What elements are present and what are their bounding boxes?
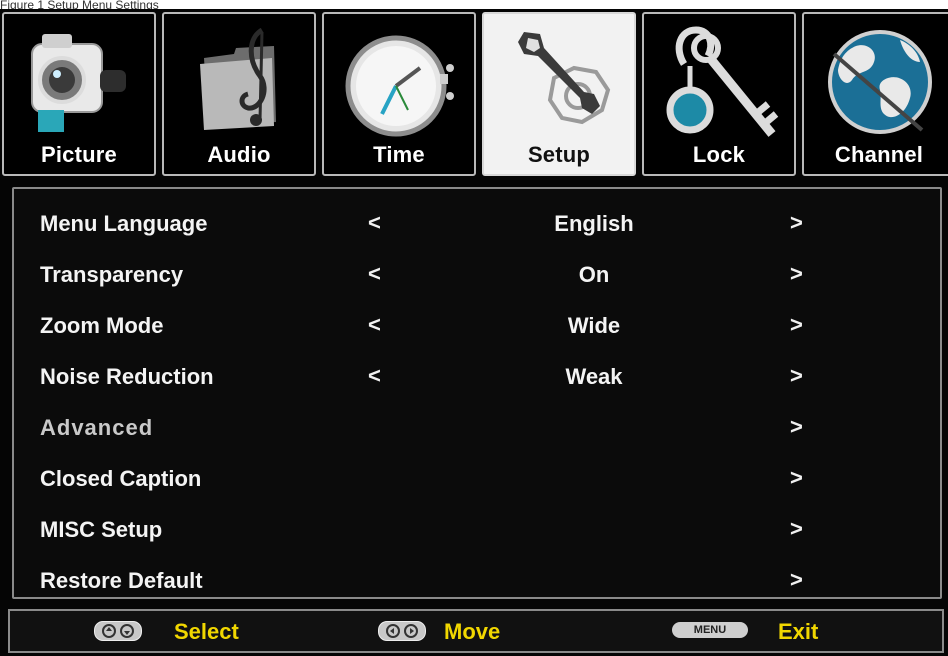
select-label: Select — [174, 619, 239, 644]
wrench-icon — [518, 32, 611, 125]
row-label: Zoom Mode — [40, 313, 164, 338]
row-label: Menu Language — [40, 211, 208, 236]
footer-hint-bar: Select Move MENU Exit — [8, 609, 944, 653]
row-label: Restore Default — [40, 568, 203, 593]
menu-row-zoom-mode[interactable]: Zoom Mode < Wide > — [14, 301, 940, 351]
right-arrow-icon[interactable]: > — [790, 312, 803, 338]
tab-label: Picture — [41, 142, 117, 167]
tab-label: Audio — [207, 142, 271, 167]
left-right-key-icon — [378, 621, 426, 641]
exit-label: Exit — [778, 619, 819, 644]
move-label: Move — [444, 619, 501, 644]
right-arrow-icon[interactable]: > — [790, 516, 803, 542]
tab-label: Channel — [834, 142, 924, 167]
menu-row-menu-language[interactable]: Menu Language < English > — [14, 199, 940, 249]
row-label: Transparency — [40, 262, 184, 287]
row-value: Weak — [565, 364, 623, 389]
setup-menu-panel: Menu Language < English > Transparency <… — [12, 187, 942, 599]
menu-row-advanced[interactable]: Advanced > — [14, 403, 940, 453]
tab-bar: Picture Audio Time Setup Lock Channel — [0, 9, 948, 179]
menu-row-noise-reduction[interactable]: Noise Reduction < Weak > — [14, 352, 940, 402]
exit-hint[interactable]: MENU Exit — [672, 619, 892, 645]
tab-label: Time — [373, 142, 425, 167]
row-label: Noise Reduction — [40, 364, 214, 389]
left-arrow-icon[interactable]: < — [368, 312, 381, 338]
right-arrow-icon[interactable]: > — [790, 414, 803, 440]
menu-row-misc-setup[interactable]: MISC Setup > — [14, 505, 940, 555]
tab-time[interactable]: Time — [322, 12, 476, 176]
left-arrow-icon[interactable]: < — [368, 210, 381, 236]
tab-picture[interactable]: Picture — [2, 12, 156, 176]
key-icon — [666, 26, 779, 137]
tab-lock[interactable]: Lock — [642, 12, 796, 176]
tab-label: Setup — [527, 142, 591, 167]
row-label: MISC Setup — [40, 517, 163, 542]
select-hint: Select — [94, 619, 294, 645]
music-folder-icon — [200, 27, 276, 130]
tv-screen: Picture Audio Time Setup Lock Channel Me… — [0, 9, 948, 656]
clock-icon — [345, 35, 454, 137]
tab-label: Lock — [692, 142, 746, 167]
left-arrow-icon[interactable]: < — [368, 363, 381, 389]
right-arrow-icon[interactable]: > — [790, 210, 803, 236]
tab-channel[interactable]: Channel — [802, 12, 948, 176]
right-arrow-icon[interactable]: > — [790, 567, 803, 593]
right-arrow-icon[interactable]: > — [790, 465, 803, 491]
move-hint: Move — [378, 619, 578, 645]
globe-icon — [828, 30, 932, 134]
right-arrow-icon[interactable]: > — [790, 363, 803, 389]
menu-key-icon: MENU — [672, 622, 748, 638]
menu-row-transparency[interactable]: Transparency < On > — [14, 250, 940, 300]
row-value: Wide — [567, 313, 621, 338]
right-arrow-icon[interactable]: > — [790, 261, 803, 287]
row-label: Closed Caption — [40, 466, 202, 491]
menu-row-closed-caption[interactable]: Closed Caption > — [14, 454, 940, 504]
left-arrow-icon[interactable]: < — [368, 261, 381, 287]
tab-setup[interactable]: Setup — [482, 12, 636, 176]
row-label: Advanced — [40, 415, 154, 440]
camera-icon — [31, 34, 126, 132]
row-value: English — [554, 211, 634, 236]
up-down-key-icon — [94, 621, 142, 641]
menu-row-restore-default[interactable]: Restore Default > — [14, 556, 940, 606]
tab-audio[interactable]: Audio — [162, 12, 316, 176]
row-value: On — [578, 262, 610, 287]
